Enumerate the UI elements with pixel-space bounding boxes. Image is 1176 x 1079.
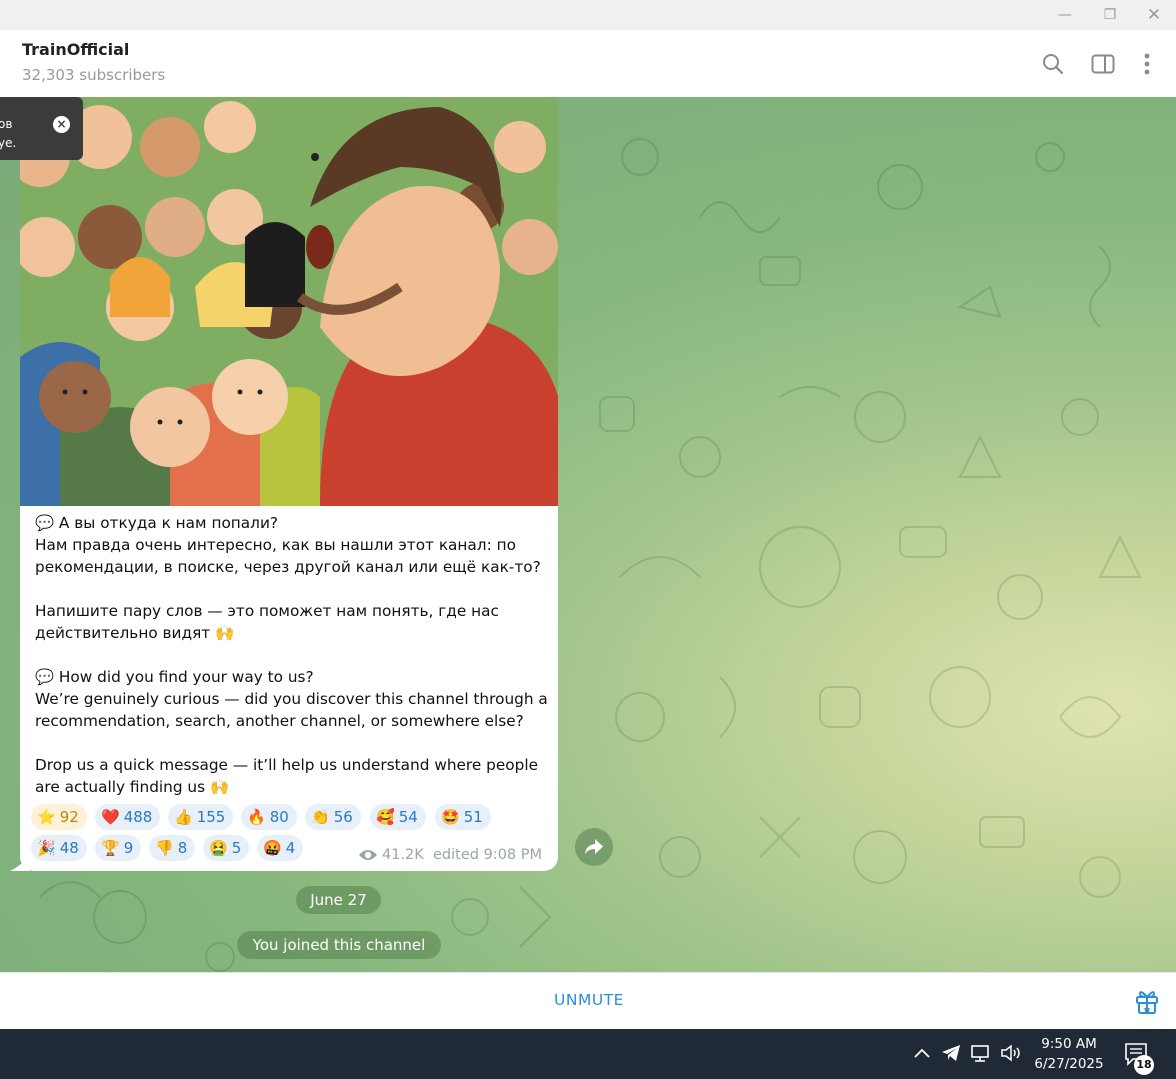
text-line: We’re genuinely curious — did you discov… — [35, 690, 548, 708]
reaction-heart[interactable]: ❤️ 488 — [95, 804, 161, 830]
thumbs-down-reaction-icon: 👎 — [155, 839, 174, 857]
reaction-count: 54 — [398, 808, 418, 826]
star-reaction-icon: ⭐ — [37, 808, 56, 826]
text-line: 💬 How did you find your way to us? — [35, 668, 314, 686]
reaction-count: 51 — [463, 808, 483, 826]
heart-reaction-icon: ❤️ — [101, 808, 120, 826]
network-icon[interactable] — [970, 1042, 992, 1064]
share-button[interactable] — [575, 828, 613, 866]
reaction-trophy[interactable]: 🏆 9 — [95, 835, 142, 861]
reaction-love-face[interactable]: 🥰 54 — [370, 804, 426, 830]
text-line: Нам правда очень интересно, как вы нашли… — [35, 536, 516, 554]
text-line: рекомендации, в поиске, через другой кан… — [35, 558, 541, 576]
tooltip-close-icon[interactable]: × — [53, 116, 70, 133]
chat-header[interactable]: TrainOfficial 32,303 subscribers — [0, 30, 1176, 97]
taskbar: 9:50 AM 6/27/2025 18 — [0, 1029, 1176, 1079]
reaction-star[interactable]: ⭐ 92 — [31, 804, 87, 830]
reaction-vomit[interactable]: 🤮 5 — [203, 835, 250, 861]
tooltip-text: ye. — [0, 136, 17, 150]
post-meta: 41.2K edited 9:08 PM — [358, 847, 542, 863]
more-vertical-icon[interactable] — [1133, 50, 1161, 78]
subscriber-count: 32,303 subscribers — [22, 66, 166, 84]
bubble-tail — [10, 855, 30, 871]
text-line: recommendation, search, another channel,… — [35, 712, 524, 730]
clap-reaction-icon: 👏 — [311, 808, 330, 826]
love-face-reaction-icon: 🥰 — [376, 808, 395, 826]
window-titlebar: — ❐ ✕ — [0, 0, 1176, 30]
notification-tooltip: ов ye. × — [0, 97, 83, 160]
channel-post[interactable]: 💬 А вы откуда к нам попали? Нам правда о… — [10, 97, 558, 871]
star-struck-reaction-icon: 🤩 — [441, 808, 460, 826]
sidebar-toggle-icon[interactable] — [1089, 50, 1117, 78]
reaction-count: 488 — [123, 808, 153, 826]
text-line: are actually finding us 🙌 — [35, 778, 229, 796]
view-count: 41.2K — [382, 847, 424, 863]
unmute-button[interactable]: UNMUTE — [530, 991, 648, 1009]
party-reaction-icon: 🎉 — [37, 839, 56, 857]
fire-reaction-icon: 🔥 — [247, 808, 266, 826]
reaction-count: 48 — [59, 839, 79, 857]
joined-notice: You joined this channel — [237, 931, 441, 959]
reaction-fire[interactable]: 🔥 80 — [241, 804, 297, 830]
eye-icon — [359, 850, 377, 860]
reaction-star-struck[interactable]: 🤩 51 — [435, 804, 491, 830]
post-text: 💬 А вы откуда к нам попали? Нам правда о… — [35, 512, 550, 798]
volume-icon[interactable] — [1000, 1042, 1022, 1064]
thumbs-up-reaction-icon: 👍 — [174, 808, 193, 826]
reaction-count: 5 — [231, 839, 242, 857]
reaction-count: 155 — [196, 808, 226, 826]
text-line: Напишите пару слов — это поможет нам пон… — [35, 602, 499, 620]
telegram-icon[interactable] — [940, 1042, 962, 1064]
restore-button[interactable]: ❐ — [1096, 4, 1124, 26]
edited-time: edited 9:08 PM — [433, 847, 543, 863]
trophy-reaction-icon: 🏆 — [101, 839, 120, 857]
system-clock[interactable]: 9:50 AM 6/27/2025 — [1025, 1034, 1113, 1074]
reaction-count: 9 — [123, 839, 134, 857]
reaction-count: 92 — [59, 808, 79, 826]
swear-reaction-icon: 🤬 — [263, 839, 282, 857]
reaction-count: 4 — [285, 839, 296, 857]
reaction-swear[interactable]: 🤬 4 — [257, 835, 304, 861]
text-line: 💬 А вы откуда к нам попали? — [35, 514, 279, 532]
channel-title[interactable]: TrainOfficial — [22, 40, 129, 59]
search-icon[interactable] — [1039, 50, 1067, 78]
notification-badge: 18 — [1134, 1055, 1154, 1075]
chevron-up-icon[interactable] — [911, 1042, 933, 1064]
text-line: действительно видят 🙌 — [35, 624, 235, 642]
reaction-thumbs-down[interactable]: 👎 8 — [149, 835, 196, 861]
reaction-party[interactable]: 🎉 48 — [31, 835, 87, 861]
tooltip-text: ов — [0, 117, 13, 131]
reaction-count: 8 — [177, 839, 188, 857]
gift-icon[interactable] — [1133, 987, 1161, 1015]
text-line: Drop us a quick message — it’ll help us … — [35, 756, 539, 774]
reaction-count: 56 — [333, 808, 353, 826]
minimize-button[interactable]: — — [1051, 4, 1079, 26]
reaction-clap[interactable]: 👏 56 — [305, 804, 361, 830]
close-window-button[interactable]: ✕ — [1140, 4, 1168, 26]
bottom-bar: UNMUTE — [0, 972, 1176, 1029]
vomit-reaction-icon: 🤮 — [209, 839, 228, 857]
date-separator: June 27 — [296, 886, 381, 914]
chat-area[interactable]: 💬 А вы откуда к нам попали? Нам правда о… — [0, 97, 1176, 972]
reaction-count: 80 — [269, 808, 289, 826]
clock-time: 9:50 AM — [1041, 1036, 1097, 1052]
reaction-thumbs-up[interactable]: 👍 155 — [168, 804, 234, 830]
clock-date: 6/27/2025 — [1034, 1056, 1104, 1072]
share-arrow-icon — [585, 839, 603, 854]
post-image[interactable] — [20, 97, 558, 506]
